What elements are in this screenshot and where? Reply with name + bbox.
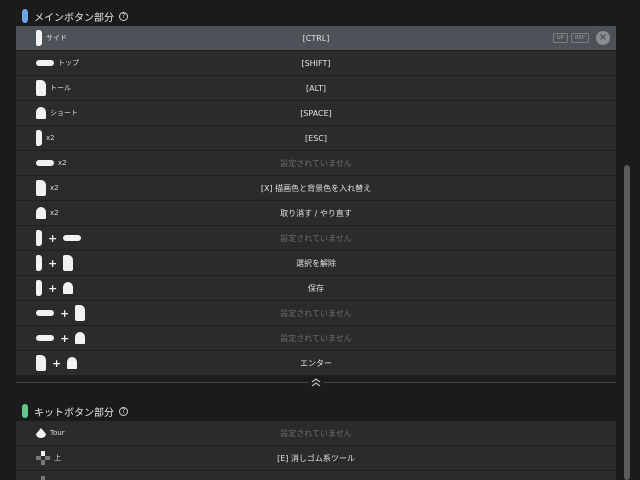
collapse-chevron-icon[interactable]	[308, 376, 324, 388]
plus-sign: +	[52, 356, 62, 370]
mapping-row[interactable]: + 選択を解除	[16, 251, 616, 276]
app-window: メインボタン部分 ? サイド [CTRL] UP REP × トップ [SHIF…	[0, 0, 640, 480]
action-text: [SHIFT]	[301, 58, 331, 68]
button-label: x2	[50, 209, 59, 217]
main-section-indicator	[22, 9, 28, 23]
action-text: 設定されていません	[280, 233, 352, 243]
side-button-icon	[36, 30, 42, 46]
action-text: [ESC]	[305, 133, 327, 143]
side-button-icon	[36, 230, 42, 246]
plus-sign: +	[60, 306, 70, 320]
button-label: トール	[50, 84, 71, 92]
short-button-icon	[36, 107, 46, 119]
mapping-row[interactable]: x2 [ESC]	[16, 126, 616, 151]
tall-button-icon	[75, 305, 86, 321]
tall-button-icon	[36, 80, 46, 96]
main-section-header: メインボタン部分 ?	[0, 6, 620, 26]
plus-sign: +	[60, 331, 70, 345]
button-label: 上	[54, 454, 61, 462]
mapping-row[interactable]: x2 設定されていません	[16, 151, 616, 176]
top-button-icon	[36, 335, 54, 341]
mapping-row[interactable]: + 設定されていません	[16, 326, 616, 351]
top-button-icon	[36, 60, 54, 66]
main-section-title: メインボタン部分	[34, 12, 114, 24]
mapping-row[interactable]: + エンター	[16, 351, 616, 376]
button-label: x2	[58, 159, 67, 167]
action-text: 設定されていません	[280, 158, 352, 168]
plus-sign: +	[48, 281, 58, 295]
close-icon[interactable]: ×	[596, 31, 610, 45]
mapping-row[interactable]	[16, 471, 616, 480]
action-text: 選択を解除	[296, 258, 336, 268]
action-text: 設定されていません	[280, 308, 352, 318]
plus-sign: +	[48, 256, 58, 270]
side-button-icon	[36, 280, 42, 296]
mapping-row[interactable]: + 保存	[16, 276, 616, 301]
action-text: [ALT]	[306, 83, 326, 93]
side-button-icon	[36, 255, 42, 271]
mapping-row[interactable]: トップ [SHIFT]	[16, 51, 616, 76]
action-text: 設定されていません	[280, 428, 352, 438]
action-text: 保存	[308, 283, 324, 293]
mapping-row[interactable]: Tour 設定されていません	[16, 421, 616, 446]
mapping-row[interactable]: 上 [E] 消しゴム系ツール	[16, 446, 616, 471]
main-section-help-icon[interactable]: ?	[119, 11, 128, 21]
mapping-row[interactable]: + 設定されていません	[16, 301, 616, 326]
button-label: サイド	[46, 34, 67, 42]
tall-button-icon	[63, 255, 74, 271]
button-label: Tour	[50, 429, 65, 437]
action-text: [SPACE]	[300, 108, 332, 118]
top-button-icon	[36, 160, 54, 166]
up-badge[interactable]: UP	[553, 33, 568, 43]
side-button-icon	[36, 130, 42, 146]
tall-button-icon	[36, 180, 46, 196]
button-label: x2	[50, 184, 59, 192]
mapping-row[interactable]: ショート [SPACE]	[16, 101, 616, 126]
short-button-icon	[36, 207, 46, 219]
mapping-row[interactable]: トール [ALT]	[16, 76, 616, 101]
button-label: ショート	[50, 109, 78, 117]
kit-section-indicator	[22, 404, 28, 418]
action-text: 設定されていません	[280, 333, 352, 343]
action-text: [E] 消しゴム系ツール	[277, 453, 355, 463]
action-text: [X] 描画色と背景色を入れ替え	[260, 183, 372, 193]
mapping-row[interactable]: x2 [X] 描画色と背景色を入れ替え	[16, 176, 616, 201]
mapping-row[interactable]: x2 取り消す / やり直す	[16, 201, 616, 226]
tour-button-icon	[36, 428, 46, 438]
action-text: エンター	[300, 358, 332, 368]
dpad-icon	[41, 476, 45, 480]
mapping-row[interactable]: + 設定されていません	[16, 226, 616, 251]
mapping-row[interactable]: サイド [CTRL] UP REP ×	[16, 26, 616, 51]
short-button-icon	[75, 332, 86, 344]
kit-section-header: キットボタン部分 ?	[0, 401, 620, 421]
plus-sign: +	[48, 231, 58, 245]
short-button-icon	[63, 282, 74, 294]
top-button-icon	[63, 235, 82, 241]
button-label: トップ	[58, 59, 79, 67]
rep-badge[interactable]: REP	[571, 33, 589, 43]
kit-section-help-icon[interactable]: ?	[119, 406, 128, 416]
tall-button-icon	[36, 355, 46, 371]
top-button-icon	[36, 310, 54, 316]
action-text: 取り消す / やり直す	[280, 208, 352, 218]
button-label: x2	[46, 134, 55, 142]
dpad-up-icon	[36, 451, 50, 465]
kit-section-title: キットボタン部分	[34, 407, 114, 419]
action-text: [CTRL]	[302, 33, 330, 43]
kit-button-list: Tour 設定されていません 上 [E] 消しゴム系ツール	[16, 421, 616, 480]
scrollbar-thumb[interactable]	[624, 165, 630, 480]
action-text	[16, 471, 616, 480]
short-button-icon	[67, 357, 78, 369]
main-button-list: サイド [CTRL] UP REP × トップ [SHIFT] トール [ALT…	[16, 26, 616, 376]
